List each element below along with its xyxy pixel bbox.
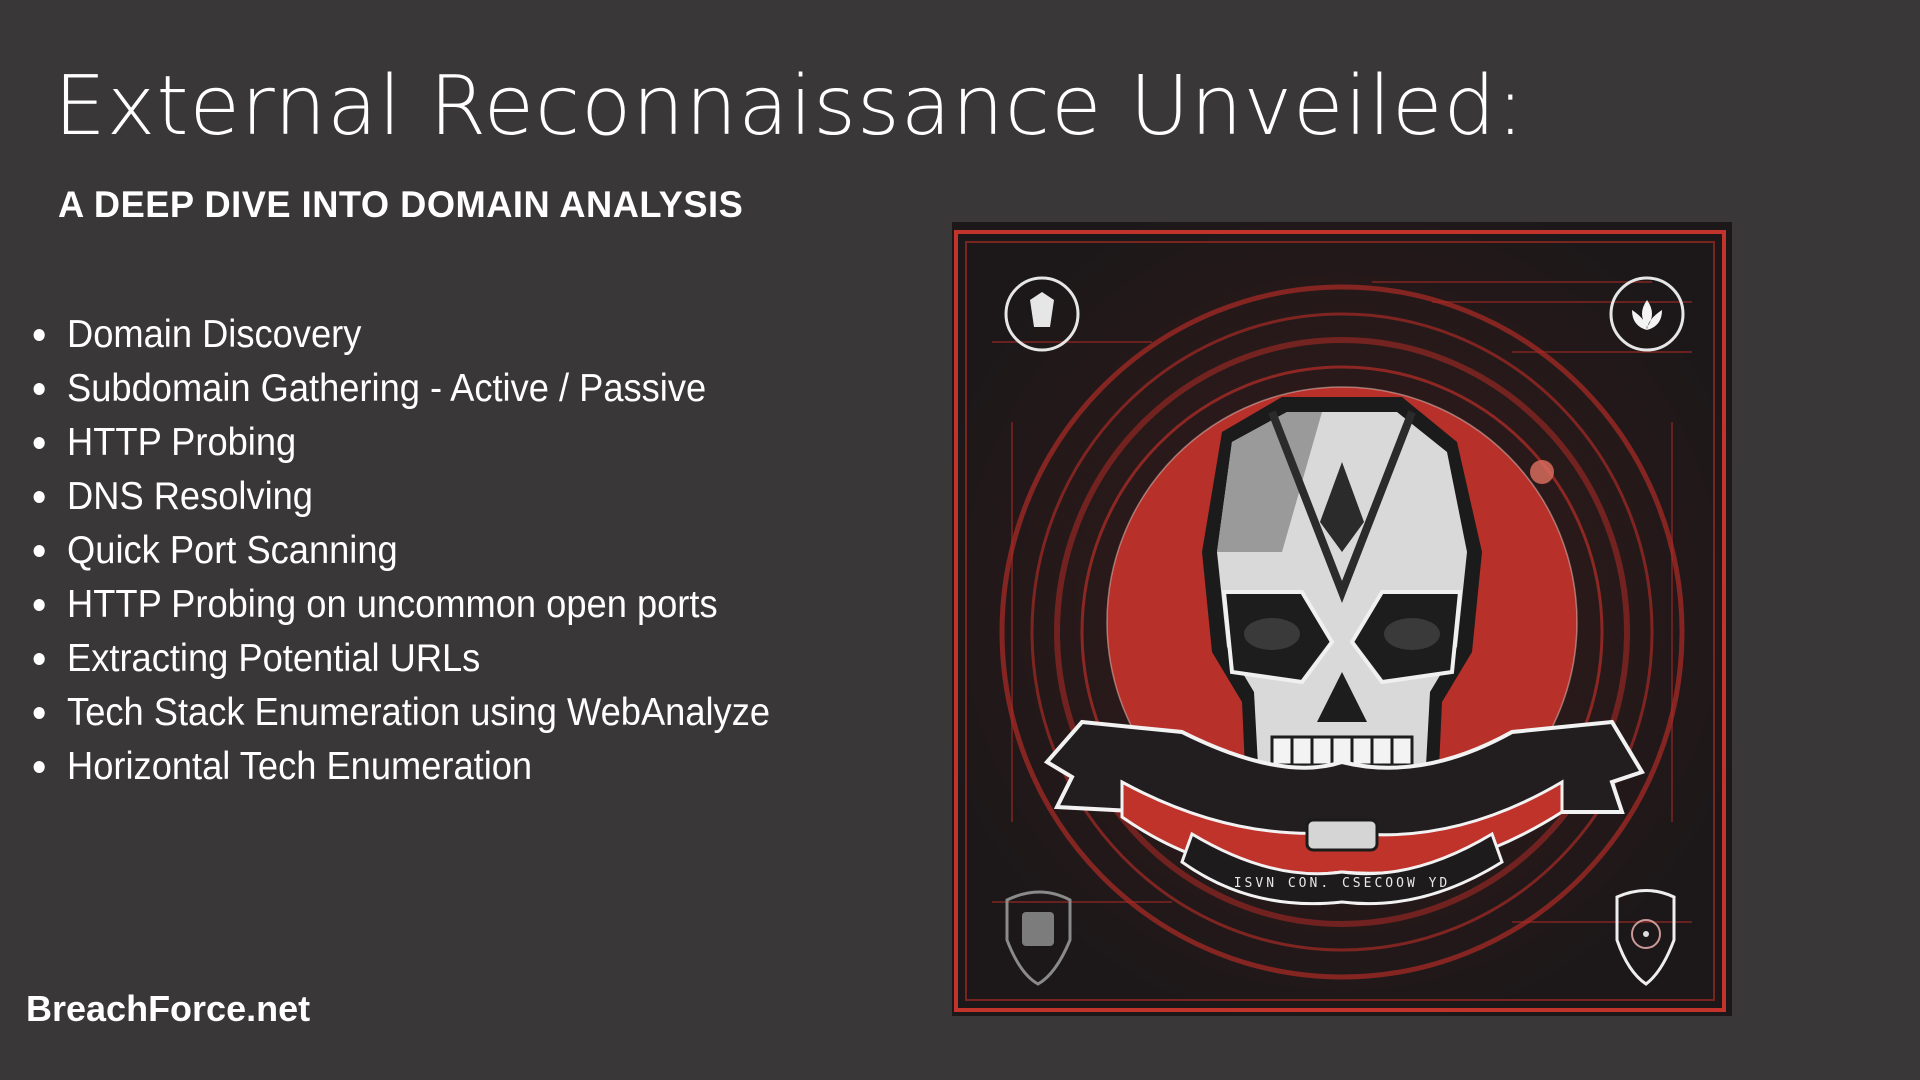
- skull-artwork: ISVN CON. CSECOOW YD: [952, 222, 1732, 1016]
- skull-emblem-icon: ISVN CON. CSECOOW YD: [952, 222, 1732, 1016]
- bullet-item: Domain Discovery: [28, 308, 770, 362]
- bullet-dot-icon: [33, 653, 45, 665]
- bullet-dot-icon: [33, 329, 45, 341]
- bullet-text: Subdomain Gathering - Active / Passive: [67, 367, 707, 410]
- bullet-dot-icon: [33, 707, 45, 719]
- bullet-text: Horizontal Tech Enumeration: [67, 745, 533, 788]
- bullet-text: HTTP Probing on uncommon open ports: [67, 583, 718, 626]
- bullet-item: Quick Port Scanning: [28, 524, 770, 578]
- bullet-item: Extracting Potential URLs: [28, 632, 770, 686]
- bullet-item: DNS Resolving: [28, 470, 770, 524]
- bullet-item: Horizontal Tech Enumeration: [28, 740, 770, 794]
- bullet-item: HTTP Probing on uncommon open ports: [28, 578, 770, 632]
- bullet-item: Tech Stack Enumeration using WebAnalyze: [28, 686, 770, 740]
- bullet-dot-icon: [33, 599, 45, 611]
- bullet-text: DNS Resolving: [67, 475, 313, 518]
- bullet-text: Quick Port Scanning: [67, 529, 398, 572]
- bullet-item: Subdomain Gathering - Active / Passive: [28, 362, 770, 416]
- bullet-dot-icon: [33, 437, 45, 449]
- bullet-text: Domain Discovery: [67, 313, 362, 356]
- bullet-dot-icon: [33, 491, 45, 503]
- banner-text: ISVN CON. CSECOOW YD: [1234, 876, 1451, 891]
- slide-title: External Reconnaissance Unveiled:: [54, 59, 1526, 154]
- bullet-dot-icon: [33, 761, 45, 773]
- bullet-text: Tech Stack Enumeration using WebAnalyze: [67, 691, 771, 734]
- bullet-text: HTTP Probing: [67, 421, 297, 464]
- bullet-dot-icon: [33, 545, 45, 557]
- slide-subtitle: A DEEP DIVE INTO DOMAIN ANALYSIS: [58, 184, 744, 225]
- footer-brand: BreachForce.net: [26, 988, 311, 1029]
- bullet-list: Domain Discovery Subdomain Gathering - A…: [28, 308, 826, 794]
- bullet-dot-icon: [33, 383, 45, 395]
- bullet-text: Extracting Potential URLs: [67, 637, 481, 680]
- bullet-item: HTTP Probing: [28, 416, 770, 470]
